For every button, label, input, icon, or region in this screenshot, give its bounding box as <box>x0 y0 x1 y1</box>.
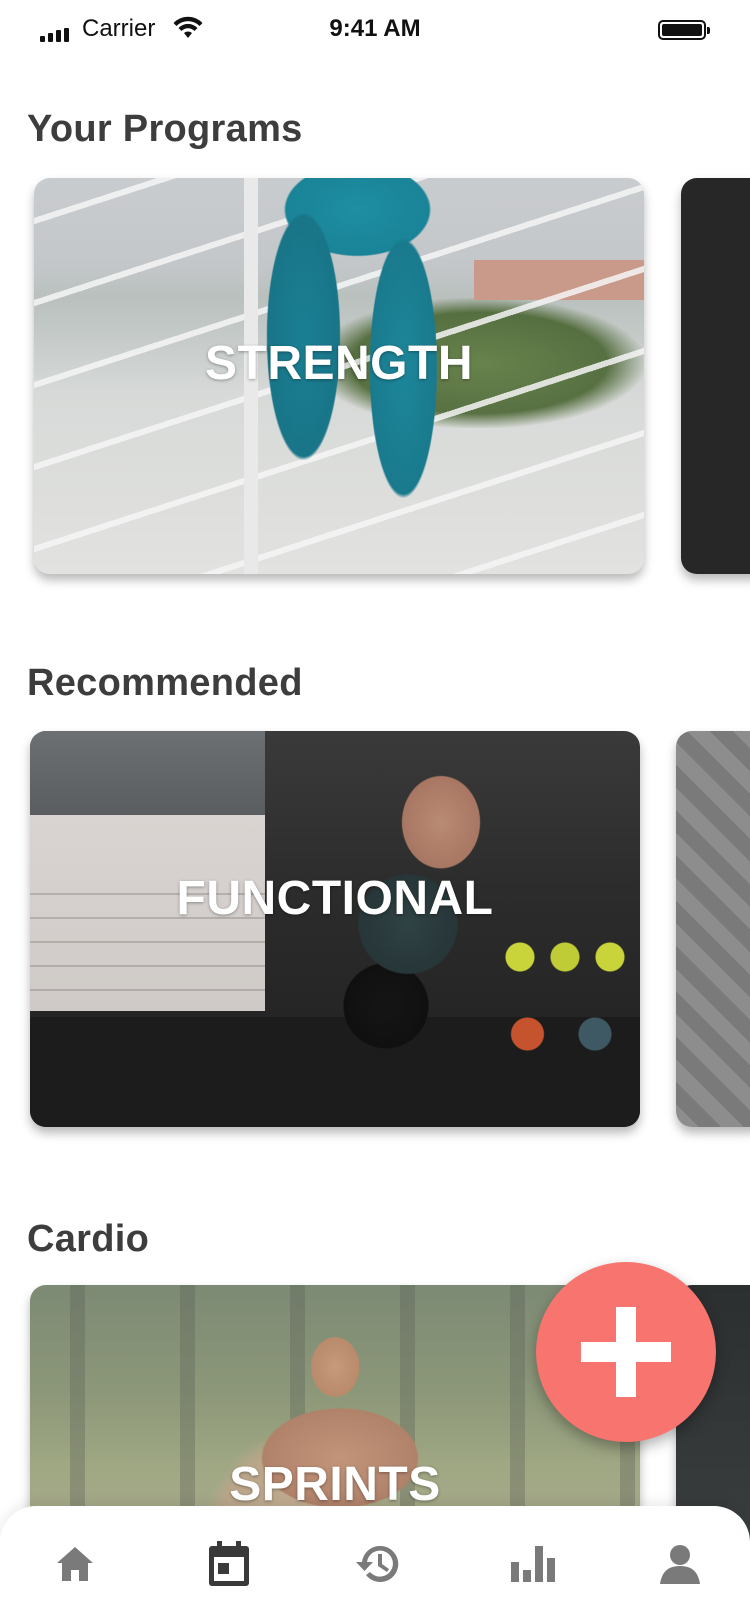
status-bar: Carrier 9:41 AM <box>0 0 750 60</box>
bar-chart-icon <box>511 1546 555 1582</box>
history-icon <box>356 1545 399 1582</box>
program-card-label: SPRINTS <box>229 1458 441 1511</box>
tab-bar <box>0 1506 750 1624</box>
section-title-cardio: Cardio <box>27 1218 150 1260</box>
battery-icon <box>658 20 710 40</box>
section-title-recommended: Recommended <box>27 662 303 704</box>
program-card-label: FUNCTIONAL <box>176 872 494 925</box>
profile-icon <box>660 1545 700 1584</box>
tab-profile[interactable] <box>650 1534 710 1594</box>
tab-stats[interactable] <box>503 1534 563 1594</box>
clock: 9:41 AM <box>329 15 421 42</box>
program-card-functional[interactable]: FUNCTIONAL <box>30 731 640 1127</box>
tab-history[interactable] <box>348 1534 408 1594</box>
tab-home[interactable] <box>45 1534 105 1594</box>
calendar-icon <box>209 1541 249 1586</box>
add-button[interactable] <box>536 1262 716 1442</box>
home-icon <box>57 1547 93 1581</box>
program-card-next[interactable] <box>676 731 750 1127</box>
program-card-next[interactable] <box>681 178 750 574</box>
section-title-your-programs: Your Programs <box>27 108 303 150</box>
program-card-label: STRENGTH <box>205 337 473 390</box>
tab-calendar[interactable] <box>199 1534 259 1594</box>
program-card-strength[interactable]: STRENGTH <box>34 178 644 574</box>
